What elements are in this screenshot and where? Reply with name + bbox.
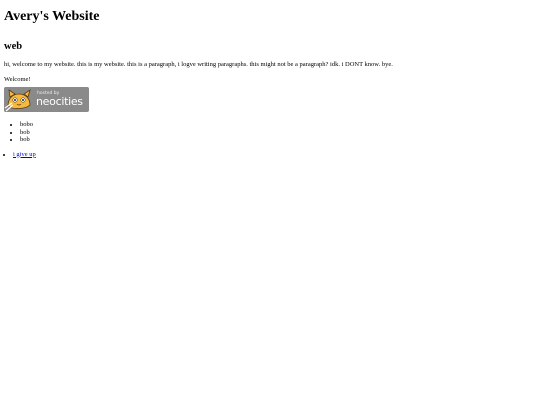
page-subtitle: web bbox=[4, 41, 23, 52]
intro-paragraph: hi, welcome to my website. this is my we… bbox=[4, 61, 393, 68]
link-list-item: i give up bbox=[13, 151, 534, 159]
give-up-link[interactable]: i give up bbox=[13, 151, 36, 158]
neocities-cat-icon bbox=[4, 87, 36, 112]
neocities-badge[interactable]: hosted by neocities bbox=[4, 87, 89, 112]
page-content: Avery's Website web hi, welcome to my we… bbox=[4, 0, 534, 158]
link-list: i give up bbox=[4, 151, 534, 159]
list-item: bob bbox=[20, 129, 534, 137]
badge-brand-label: neocities bbox=[36, 95, 83, 108]
welcome-text: Welcome! bbox=[4, 76, 31, 83]
name-list: bobo bob bob bbox=[4, 121, 534, 144]
list-item: bobo bbox=[20, 121, 534, 129]
page-title: Avery's Website bbox=[4, 9, 100, 24]
list-item: bob bbox=[20, 136, 534, 144]
